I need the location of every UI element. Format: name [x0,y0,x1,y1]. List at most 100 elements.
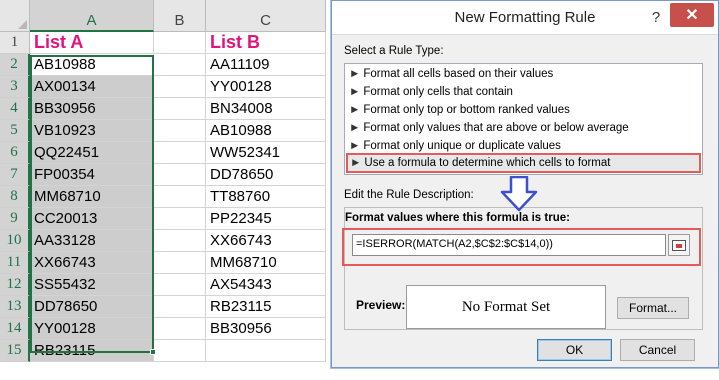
rule-type-text: Use a formula to determine which cells t… [364,157,611,169]
column-header-a[interactable]: A [30,0,154,32]
rule-type-text: Format only values that are above or bel… [363,122,629,134]
rule-type-item[interactable]: ► Format only cells that contain [349,86,513,98]
column-b-cell[interactable] [154,340,206,362]
list-a-cell[interactable]: VB10923 [30,120,154,142]
bullet-icon: ► [349,86,361,98]
list-a-cell[interactable]: DD78650 [30,296,154,318]
close-button[interactable]: ✕ [670,3,714,27]
list-a-cell[interactable]: SS55432 [30,274,154,296]
row-header[interactable]: 6 [0,142,30,164]
column-b-cell[interactable] [154,164,206,186]
column-b-cell[interactable] [154,54,206,76]
row-header[interactable]: 15 [0,340,30,362]
column-b-cell[interactable] [154,32,206,54]
row-header[interactable]: 4 [0,98,30,120]
list-b-cell[interactable]: AA11109 [206,54,326,76]
column-b-cell[interactable] [154,296,206,318]
bullet-icon: ► [349,140,361,152]
rule-type-list[interactable]: ► Format all cells based on their values … [344,63,703,175]
column-b-cell[interactable] [154,274,206,296]
list-a-cell[interactable]: FP00354 [30,164,154,186]
list-a-cell[interactable]: AA33128 [30,230,154,252]
row-header[interactable]: 12 [0,274,30,296]
list-a-cell[interactable]: XX66743 [30,252,154,274]
rule-type-item[interactable]: ► Format only values that are above or be… [349,122,629,134]
bullet-icon: ► [350,157,362,169]
row-header[interactable]: 5 [0,120,30,142]
rule-type-text: Format all cells based on their values [363,68,554,80]
ok-button[interactable]: OK [537,339,612,361]
rule-type-label: Select a Rule Type: [344,45,444,57]
row-header[interactable]: 11 [0,252,30,274]
preview-label: Preview: [356,298,406,312]
row-header[interactable]: 9 [0,208,30,230]
rule-type-text: Format only unique or duplicate values [363,140,561,152]
rule-type-item[interactable]: ► Format only top or bottom ranked values [349,104,570,116]
rule-type-item[interactable]: ► Format only unique or duplicate values [349,140,561,152]
list-a-cell[interactable]: MM68710 [30,186,154,208]
bullet-icon: ► [349,122,361,134]
rule-type-text: Format only cells that contain [363,86,513,98]
list-a-header[interactable]: List A [30,32,154,54]
list-a-cell[interactable]: AX00134 [30,76,154,98]
row-header[interactable]: 1 [0,32,30,54]
column-b-cell[interactable] [154,98,206,120]
row-header[interactable]: 10 [0,230,30,252]
formula-input[interactable]: =ISERROR(MATCH(A2,$C$2:$C$14,0)) [352,234,666,256]
column-b-cell[interactable] [154,120,206,142]
help-button[interactable]: ? [646,6,666,28]
formula-label: Format values where this formula is true… [345,212,570,224]
column-b-cell[interactable] [154,208,206,230]
list-b-header[interactable]: List B [206,32,326,54]
row-header[interactable]: 7 [0,164,30,186]
list-b-cell[interactable]: YY00128 [206,76,326,98]
column-header-b[interactable]: B [154,0,206,32]
list-a-cell[interactable]: YY00128 [30,318,154,340]
list-b-cell[interactable]: XX66743 [206,230,326,252]
row-header[interactable]: 8 [0,186,30,208]
rule-type-item-selected[interactable]: ► Use a formula to determine which cells … [346,153,701,173]
list-b-cell[interactable]: PP22345 [206,208,326,230]
list-b-cell[interactable]: AB10988 [206,120,326,142]
collapse-dialog-button[interactable] [668,234,690,256]
row-header[interactable]: 3 [0,76,30,98]
dialog-titlebar[interactable]: New Formatting Rule ? ✕ [332,1,718,35]
range-select-icon [672,239,686,251]
column-b-cell[interactable] [154,142,206,164]
list-b-cell[interactable]: WW52341 [206,142,326,164]
down-arrow-icon [500,176,538,212]
row-header[interactable]: 2 [0,54,30,76]
rule-type-text: Format only top or bottom ranked values [363,104,570,116]
list-b-cell[interactable]: BB30956 [206,318,326,340]
list-a-cell[interactable]: RB23115 [30,340,154,362]
bullet-icon: ► [349,104,361,116]
list-a-cell[interactable]: QQ22451 [30,142,154,164]
bullet-icon: ► [349,68,361,80]
list-a-cell[interactable]: AB10988 [30,54,154,76]
format-button[interactable]: Format... [617,297,689,319]
description-label: Edit the Rule Description: [344,189,474,201]
row-header[interactable]: 13 [0,296,30,318]
format-preview: No Format Set [406,285,606,329]
row-header[interactable]: 14 [0,318,30,340]
list-b-cell[interactable]: BN34008 [206,98,326,120]
column-b-cell[interactable] [154,252,206,274]
column-b-cell[interactable] [154,318,206,340]
column-b-cell[interactable] [154,186,206,208]
list-b-cell[interactable] [206,340,326,362]
list-b-cell[interactable]: RB23115 [206,296,326,318]
column-header-c[interactable]: C [206,0,326,32]
column-b-cell[interactable] [154,230,206,252]
list-b-cell[interactable]: AX54343 [206,274,326,296]
list-b-cell[interactable]: MM68710 [206,252,326,274]
cancel-button[interactable]: Cancel [620,339,695,361]
rule-type-item[interactable]: ► Format all cells based on their values [349,68,553,80]
column-b-cell[interactable] [154,76,206,98]
list-a-cell[interactable]: BB30956 [30,98,154,120]
fill-handle[interactable] [150,349,156,355]
list-b-cell[interactable]: DD78650 [206,164,326,186]
list-a-cell[interactable]: CC20013 [30,208,154,230]
dialog-title: New Formatting Rule [454,9,596,26]
list-b-cell[interactable]: TT88760 [206,186,326,208]
select-all-corner[interactable] [0,0,30,32]
